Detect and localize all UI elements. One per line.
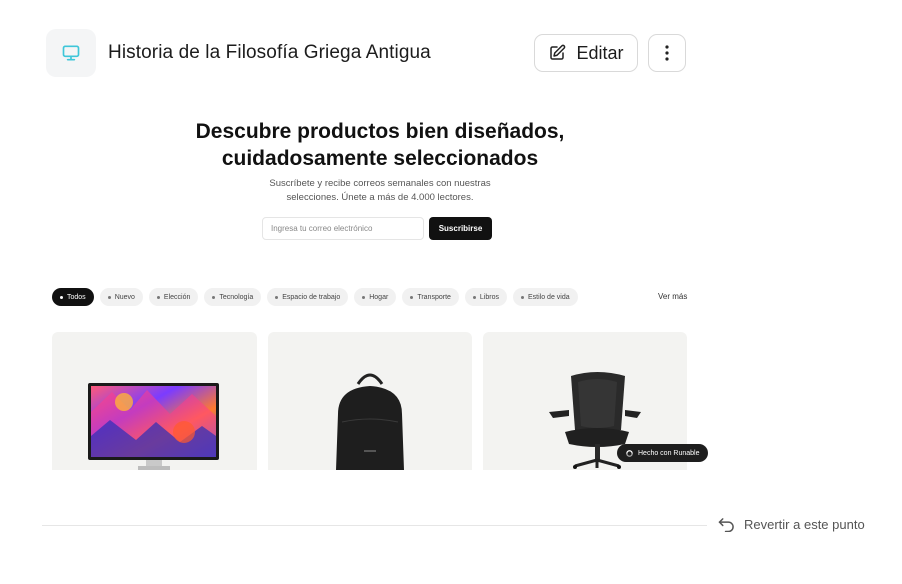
black-backpack-image: [336, 373, 404, 470]
pencil-square-icon: [550, 44, 566, 60]
see-more-link[interactable]: Ver más: [658, 292, 687, 301]
page-title: Historia de la Filosofía Griega Antigua: [108, 42, 431, 63]
hero-title-line2: cuidadosamente seleccionados: [221, 147, 539, 170]
more-vertical-icon: [665, 45, 669, 61]
filter-chip-todos[interactable]: Todos: [52, 288, 94, 306]
filter-chip-espacio-de-trabajo[interactable]: Espacio de trabajo: [267, 288, 349, 306]
more-options-button[interactable]: [648, 34, 686, 72]
chip-label: Todos: [67, 293, 86, 301]
monitor-icon: [62, 45, 80, 61]
filter-chip-nuevo[interactable]: Nuevo: [99, 288, 143, 306]
chip-label: Transporte: [417, 293, 451, 301]
chip-label: Libros: [479, 293, 499, 301]
chip-label: Espacio de trabajo: [282, 293, 341, 301]
runable-logo-icon: [626, 449, 633, 457]
hero-title-line1: Descubre productos bien diseñados,: [195, 120, 565, 143]
chip-dot: [275, 295, 279, 299]
hero-subtitle-line2: selecciones. Únete a más de 4.000 lector…: [286, 192, 474, 203]
undo-arrow-icon: [718, 518, 734, 532]
display-monitor-image: [88, 383, 219, 470]
chip-dot: [520, 295, 524, 299]
chip-label: Elección: [163, 293, 191, 301]
chip-dot: [60, 295, 63, 299]
runable-badge-label: Hecho con Runable: [638, 449, 700, 457]
filter-chip-eleccion[interactable]: Elección: [148, 288, 199, 306]
divider: [42, 525, 707, 526]
email-field[interactable]: [262, 217, 424, 240]
product-card-backpack[interactable]: [268, 332, 472, 470]
chip-label: Tecnología: [219, 293, 254, 301]
chip-dot: [362, 295, 366, 299]
hero-subtitle-line1: Suscríbete y recibe correos semanales co…: [269, 178, 491, 189]
subscribe-button[interactable]: Suscribirse: [429, 217, 492, 240]
runable-badge[interactable]: Hecho con Runable: [617, 444, 708, 462]
chip-dot: [107, 295, 111, 299]
filter-chip-libros[interactable]: Libros: [464, 288, 507, 306]
chip-label: Nuevo: [114, 293, 135, 301]
edit-button-label: Editar: [576, 42, 624, 63]
filter-chip-hogar[interactable]: Hogar: [354, 288, 397, 306]
edit-button[interactable]: Editar: [534, 34, 638, 72]
revert-button[interactable]: Revertir a este punto: [718, 517, 865, 532]
app-icon-container: [46, 29, 96, 77]
product-card-monitor[interactable]: [52, 332, 257, 470]
filter-chip-estilo-de-vida[interactable]: Estilo de vida: [512, 288, 578, 306]
filter-chip-transporte[interactable]: Transporte: [402, 288, 459, 306]
chip-dot: [212, 295, 216, 299]
chip-dot: [410, 295, 414, 299]
chip-label: Hogar: [369, 293, 389, 301]
category-filters: Todos Nuevo Elección Tecnología Espacio …: [52, 288, 578, 306]
chip-dot: [472, 295, 476, 299]
revert-label: Revertir a este punto: [744, 517, 865, 532]
chip-dot: [156, 295, 160, 299]
hero-title: Descubre productos bien diseñados, cuida…: [150, 118, 610, 172]
chip-label: Estilo de vida: [527, 293, 570, 301]
filter-chip-tecnologia[interactable]: Tecnología: [204, 288, 262, 306]
hero-subtitle: Suscríbete y recibe correos semanales co…: [240, 177, 520, 205]
